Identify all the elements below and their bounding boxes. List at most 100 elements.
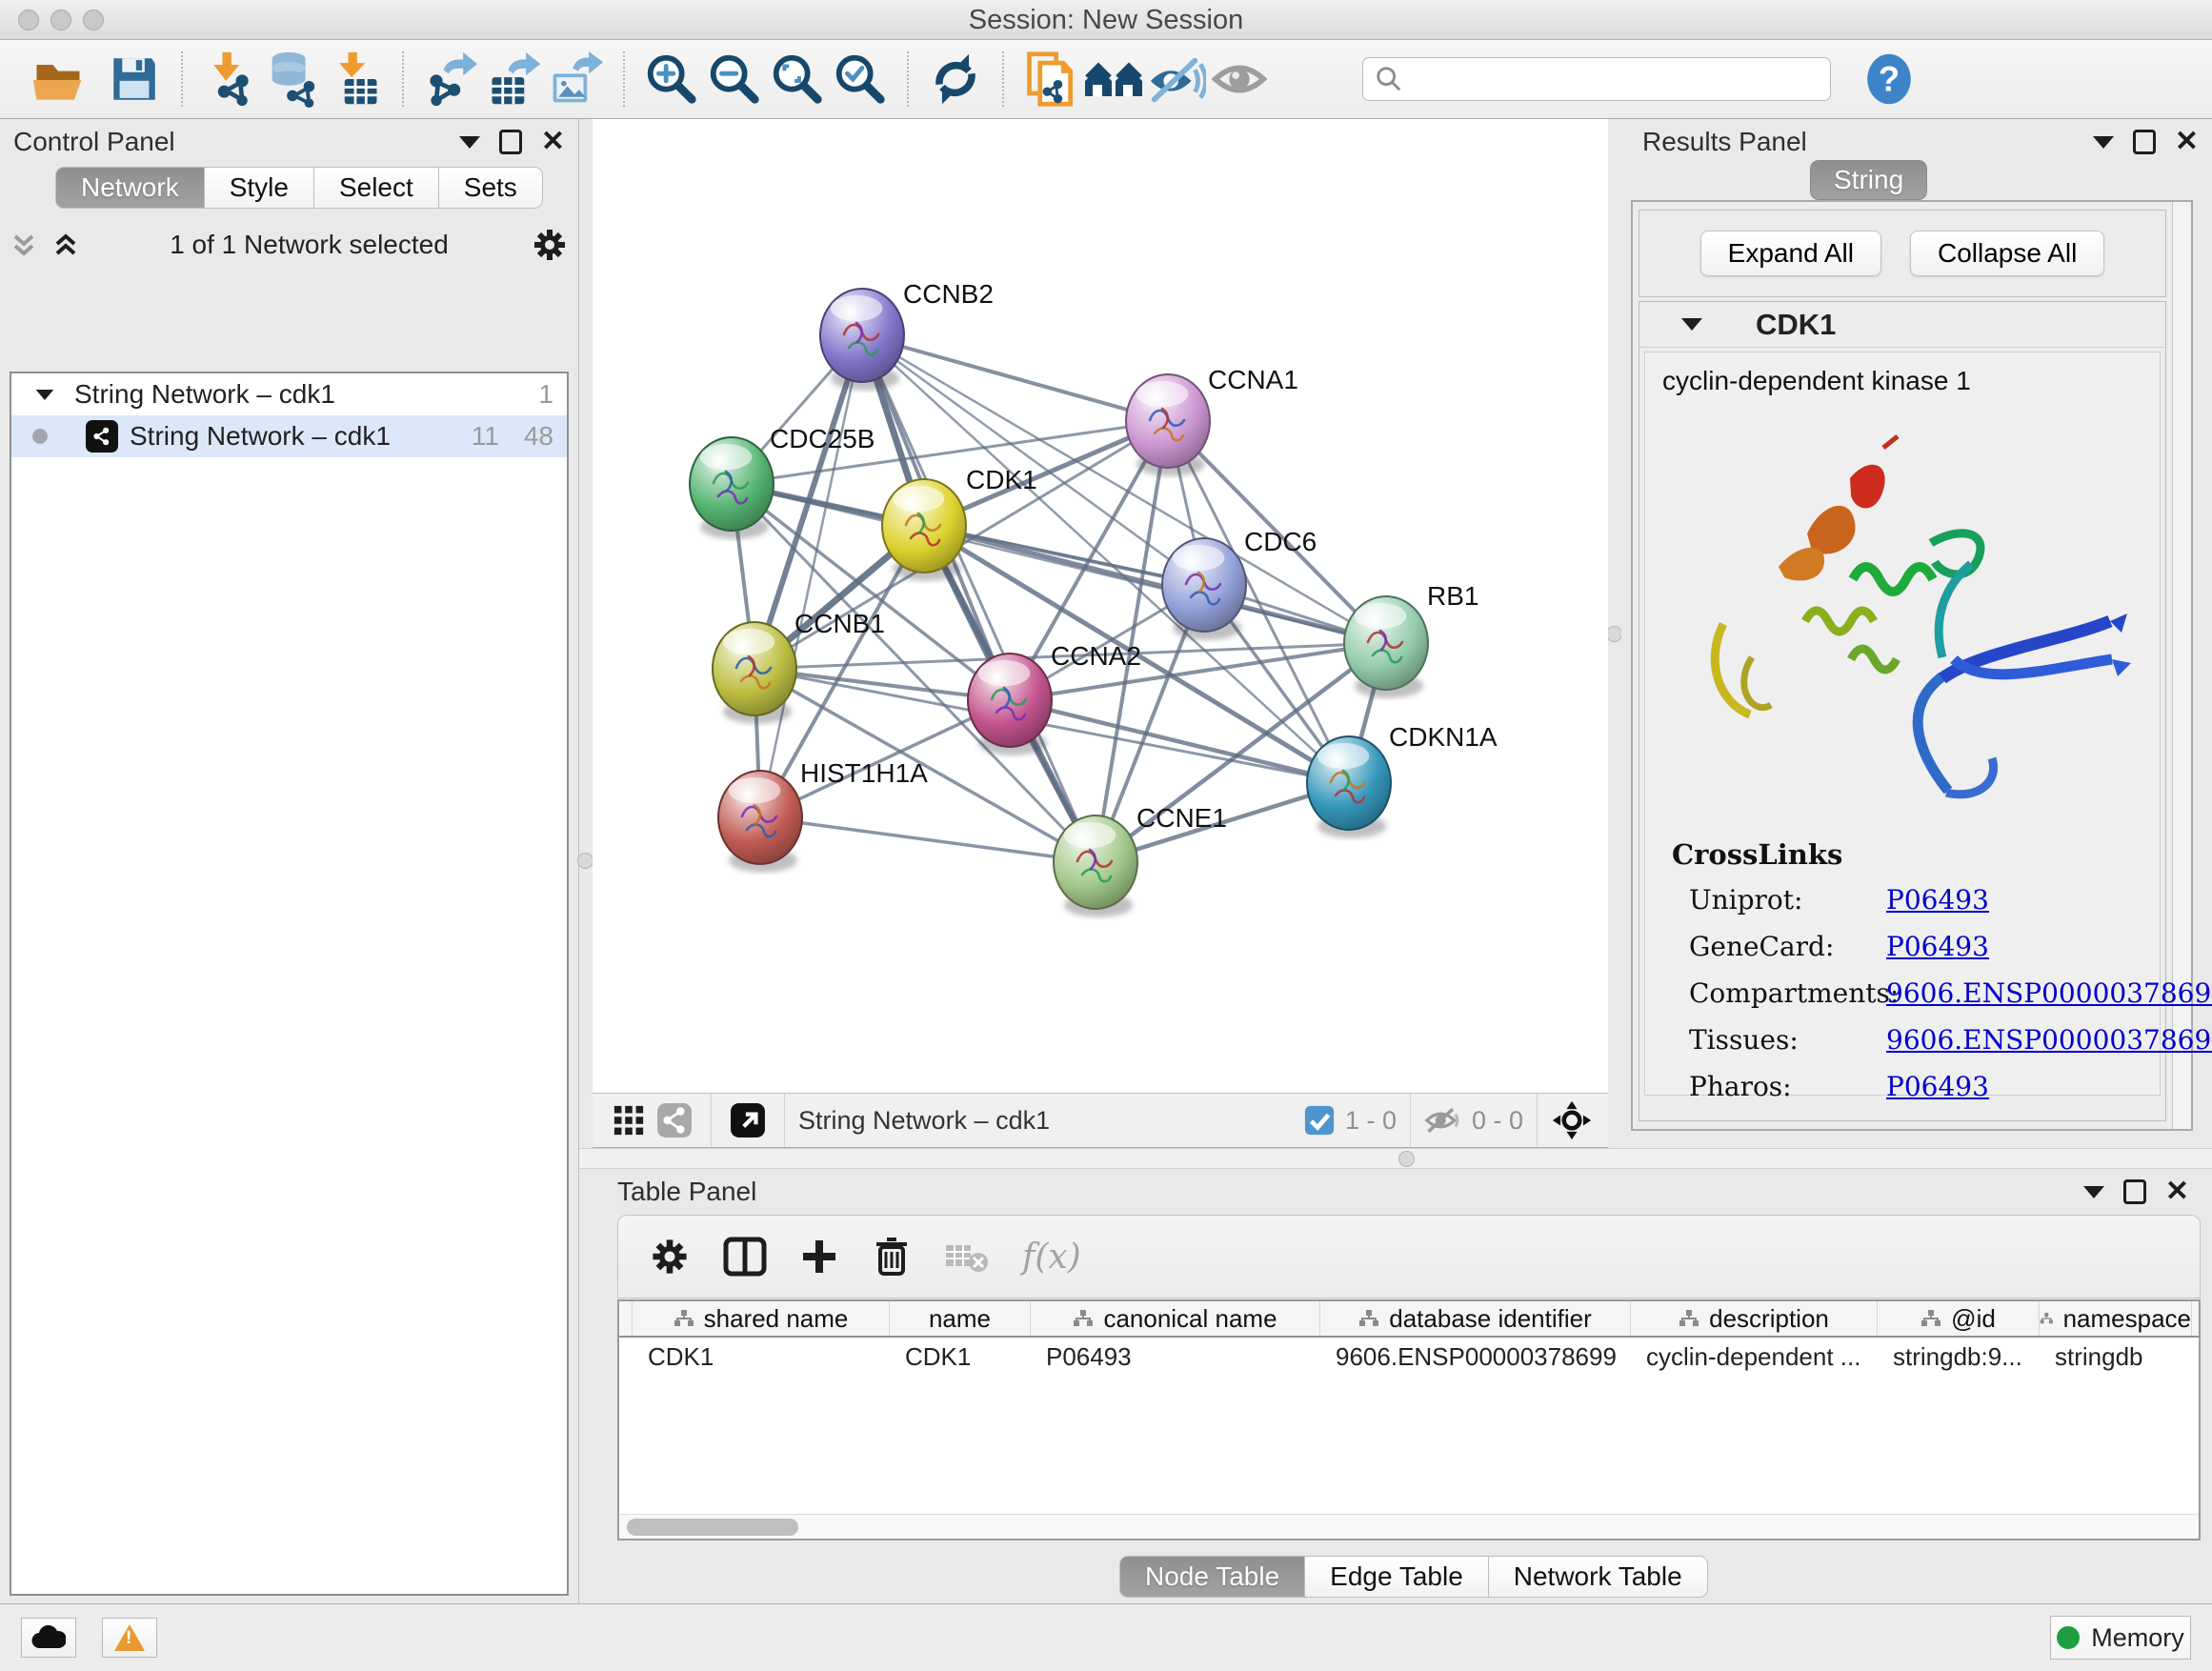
- crosslink-link[interactable]: P06493: [1886, 931, 1989, 962]
- tab-string[interactable]: String: [1810, 160, 1927, 200]
- expand-all-icon[interactable]: [51, 229, 88, 261]
- table-horizontal-scrollbar[interactable]: [619, 1514, 2199, 1539]
- zoom-out-icon[interactable]: [703, 48, 766, 111]
- zoom-in-icon[interactable]: [640, 48, 703, 111]
- network-node-CDKN1A[interactable]: CDKN1A: [1307, 722, 1498, 838]
- table-row[interactable]: CDK1CDK1P064939606.ENSP00000378699cyclin…: [619, 1338, 2199, 1376]
- right-splitter[interactable]: [1608, 119, 1621, 1148]
- selected-nodes-checkbox-icon[interactable]: [1303, 1104, 1336, 1137]
- delete-column-icon[interactable]: [872, 1236, 912, 1278]
- collection-expand-icon[interactable]: [36, 389, 54, 399]
- horizontal-splitter-handle[interactable]: [1398, 1151, 1415, 1167]
- crosslink-link[interactable]: P06493: [1886, 884, 1989, 916]
- float-panel-icon[interactable]: [499, 130, 522, 154]
- panel-menu-icon[interactable]: [459, 136, 480, 149]
- left-splitter-handle[interactable]: [577, 853, 593, 869]
- tab-network[interactable]: Network: [55, 167, 205, 209]
- warnings-button[interactable]: [102, 1618, 157, 1658]
- table-cell[interactable]: cyclin-dependent ...: [1631, 1342, 1878, 1372]
- grid-view-icon[interactable]: [606, 1097, 652, 1143]
- refresh-view-icon[interactable]: [924, 48, 987, 111]
- close-table-icon[interactable]: ✕: [2165, 1179, 2189, 1204]
- network-node-HIST1H1A[interactable]: HIST1H1A: [718, 758, 928, 873]
- table-cell[interactable]: stringdb: [2040, 1342, 2192, 1372]
- tab-select[interactable]: Select: [314, 167, 439, 209]
- show-hide-graphics-details-icon[interactable]: [1145, 48, 1208, 111]
- first-neighbors-icon[interactable]: [1082, 48, 1145, 111]
- network-list-view-icon[interactable]: [652, 1097, 697, 1143]
- memory-button[interactable]: Memory: [2050, 1616, 2191, 1660]
- create-column-icon[interactable]: [799, 1237, 839, 1277]
- right-splitter-handle[interactable]: [1606, 626, 1622, 642]
- table-cell[interactable]: 9606.ENSP00000378699: [1320, 1342, 1631, 1372]
- column-header-shared-name[interactable]: shared name: [633, 1301, 890, 1336]
- results-menu-icon[interactable]: [2093, 136, 2114, 149]
- table-cell[interactable]: P06493: [1031, 1342, 1320, 1372]
- tab-sets[interactable]: Sets: [439, 167, 543, 209]
- crosslink-link[interactable]: 9606.ENSP00000378699: [1886, 977, 2212, 1009]
- zoom-selected-icon[interactable]: [829, 48, 892, 111]
- pan-crosshair-icon[interactable]: [1551, 1099, 1593, 1141]
- help-icon[interactable]: ?: [1858, 48, 1920, 111]
- column-header-namespace[interactable]: namespace: [2040, 1301, 2192, 1336]
- table-options-gear-icon[interactable]: [649, 1236, 691, 1278]
- open-session-icon[interactable]: [27, 48, 90, 111]
- gene-collapse-icon[interactable]: [1681, 318, 1702, 331]
- network-collection-row[interactable]: String Network – cdk1 1: [11, 373, 567, 415]
- network-node-CDC6[interactable]: CDC6: [1162, 527, 1317, 640]
- scrollbar-thumb[interactable]: [627, 1519, 798, 1536]
- column-header-canonical-name[interactable]: canonical name: [1031, 1301, 1320, 1336]
- crosslink-label: Tissues:: [1672, 1024, 1886, 1056]
- network-node-CCNB2[interactable]: CCNB2: [820, 279, 994, 391]
- import-table-from-file-icon[interactable]: [324, 48, 387, 111]
- horizontal-splitter[interactable]: [579, 1148, 2212, 1169]
- column-header-description[interactable]: description: [1631, 1301, 1878, 1336]
- cloud-button[interactable]: [21, 1618, 76, 1658]
- column-header-database-identifier[interactable]: database identifier: [1320, 1301, 1631, 1336]
- show-columns-icon[interactable]: [723, 1237, 767, 1277]
- network-node-CCNA1[interactable]: CCNA1: [1126, 365, 1298, 476]
- import-network-from-file-icon[interactable]: [198, 48, 261, 111]
- network-canvas[interactable]: CCNB2CCNA1CDC25BCDK1CDC6RB1CCNB1CCNA2CDK…: [593, 119, 1608, 1093]
- float-table-icon[interactable]: [2123, 1179, 2146, 1204]
- network-edge[interactable]: [924, 526, 1386, 643]
- collapse-all-button[interactable]: Collapse All: [1910, 231, 2104, 276]
- tab-style[interactable]: Style: [205, 167, 314, 209]
- export-table-icon[interactable]: [482, 48, 545, 111]
- close-results-icon[interactable]: ✕: [2175, 130, 2199, 154]
- tab-edge-table[interactable]: Edge Table: [1305, 1556, 1489, 1598]
- export-image-icon[interactable]: [545, 48, 608, 111]
- clone-network-icon[interactable]: [1019, 48, 1082, 111]
- table-cell[interactable]: CDK1: [890, 1342, 1031, 1372]
- crosslink-link[interactable]: 9606.ENSP00000378699: [1886, 1024, 2212, 1056]
- network-node-RB1[interactable]: RB1: [1344, 581, 1478, 698]
- search-input[interactable]: [1403, 64, 1803, 95]
- detach-view-icon[interactable]: [725, 1097, 771, 1143]
- search-box[interactable]: [1362, 57, 1831, 101]
- zoom-fit-content-icon[interactable]: [766, 48, 829, 111]
- save-session-icon[interactable]: [103, 48, 166, 111]
- gene-header[interactable]: CDK1: [1639, 302, 2165, 348]
- network-options-gear-icon[interactable]: [531, 226, 569, 264]
- expand-all-button[interactable]: Expand All: [1700, 231, 1881, 276]
- import-network-from-database-icon[interactable]: [261, 48, 324, 111]
- tab-network-table[interactable]: Network Table: [1489, 1556, 1708, 1598]
- tab-node-table[interactable]: Node Table: [1119, 1556, 1305, 1598]
- table-cell[interactable]: stringdb:9...: [1878, 1342, 2040, 1372]
- collapse-all-icon[interactable]: [10, 229, 46, 261]
- close-panel-icon[interactable]: ✕: [541, 130, 565, 154]
- network-edge[interactable]: [760, 817, 1096, 862]
- table-menu-icon[interactable]: [2083, 1186, 2104, 1198]
- table-cell[interactable]: CDK1: [633, 1342, 890, 1372]
- network-node-CDK1[interactable]: CDK1: [882, 465, 1037, 581]
- network-row[interactable]: String Network – cdk1 11 48: [11, 415, 567, 457]
- network-node-CCNE1[interactable]: CCNE1: [1054, 803, 1227, 917]
- network-edge[interactable]: [760, 335, 862, 817]
- float-results-icon[interactable]: [2133, 130, 2156, 154]
- crosslink-link[interactable]: P06493: [1886, 1071, 1989, 1102]
- column-header--id[interactable]: @id: [1878, 1301, 2040, 1336]
- column-header-name[interactable]: name: [890, 1301, 1031, 1336]
- gene-section: CDK1 cyclin-dependent kinase 1: [1639, 301, 2166, 1121]
- string-network-graph[interactable]: CCNB2CCNA1CDC25BCDK1CDC6RB1CCNB1CCNA2CDK…: [593, 119, 1608, 1093]
- export-network-icon[interactable]: [419, 48, 482, 111]
